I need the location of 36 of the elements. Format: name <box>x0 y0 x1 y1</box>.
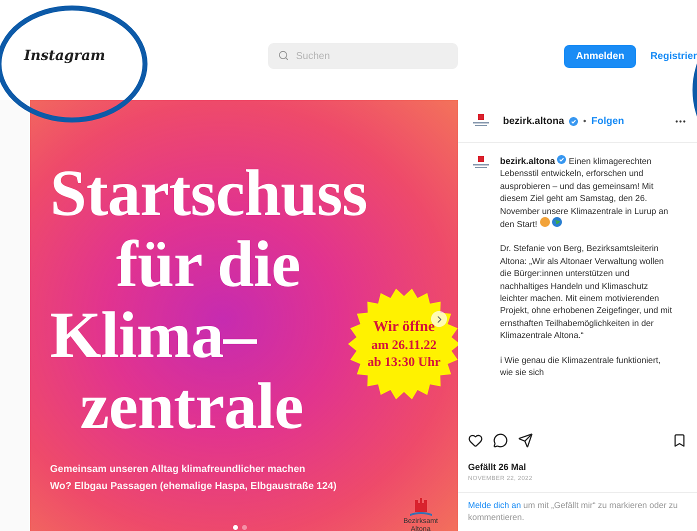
share-icon[interactable] <box>518 433 533 448</box>
poster-subtitle: Gemeinsam unseren Alltag klimafreundlicher machen <box>50 464 306 475</box>
slide-dot[interactable] <box>233 525 238 530</box>
search-icon <box>278 50 289 61</box>
like-icon[interactable] <box>468 433 483 448</box>
likes-count: Gefällt 26 Mal <box>467 461 528 472</box>
poster-headline: Startschuss <box>50 158 368 229</box>
follow-link[interactable]: Folgen <box>591 116 624 126</box>
register-link[interactable]: Registrier <box>650 44 697 68</box>
caption-text: ℹ Wie genau die Klimazentrale funktioniert, wie sie sich <box>500 354 662 378</box>
login-link[interactable]: Melde dich an <box>468 500 521 510</box>
castle-logo-icon <box>470 113 492 129</box>
poster-headline: Klima– <box>50 300 256 371</box>
username-link[interactable]: bezirk.altona <box>500 156 556 166</box>
bookmark-icon[interactable] <box>672 433 687 448</box>
login-button[interactable]: Anmelden <box>564 44 636 68</box>
verified-badge-icon <box>569 116 578 126</box>
opening-text: ab 13:30 Uhr <box>368 352 440 370</box>
search-field[interactable]: Suchen <box>268 43 458 69</box>
separator-dot: • <box>583 116 586 126</box>
slide-dot[interactable] <box>242 525 247 530</box>
castle-logo-icon <box>408 498 433 518</box>
poster-headline: für die <box>115 229 300 300</box>
poster-subtitle: Wo? Elbgau Passagen (ehemalige Haspa, Elbgaustraße 124) <box>50 481 337 492</box>
verified-badge-icon <box>557 155 566 164</box>
castle-logo-icon <box>470 155 492 171</box>
caption-text: bezirk.altona Einen klimagerechten Lebensstil entwickeln, erforschen und ausprobieren – und das gemeinsam! Mit diesem Ziel geht am Samstag, den 26. November unsere Klimazentrale in Lurup an den Start! <box>500 155 670 230</box>
login-prompt: Melde dich an um mit „Gefällt mir“ zu markieren oder zu kommentieren. <box>467 499 679 523</box>
instagram-logo[interactable]: Instagram <box>24 48 268 64</box>
username-link[interactable]: bezirk.altona <box>503 116 564 126</box>
poster-headline: zentrale <box>79 371 304 442</box>
caption-text: Dr. Stefanie von Berg, Bezirksamtsleiterin Altona: „Wir als Altonaer Verwaltung wollen die Bürger:innen unterstützen und nachhaltiges Handeln und Klimaschutz leichter machen. Mit einem motivierenden Projekt, ohne erhobenen Zeigefinger, und mit ernsthaften Teilhabemöglichkeiten in der Klimazentrale Altona.“ <box>500 242 672 342</box>
opening-text: Wir öffne <box>373 318 435 336</box>
globe-icon <box>552 217 562 228</box>
comment-icon[interactable] <box>493 433 508 448</box>
opening-text: am 26.11.22 <box>371 336 437 352</box>
